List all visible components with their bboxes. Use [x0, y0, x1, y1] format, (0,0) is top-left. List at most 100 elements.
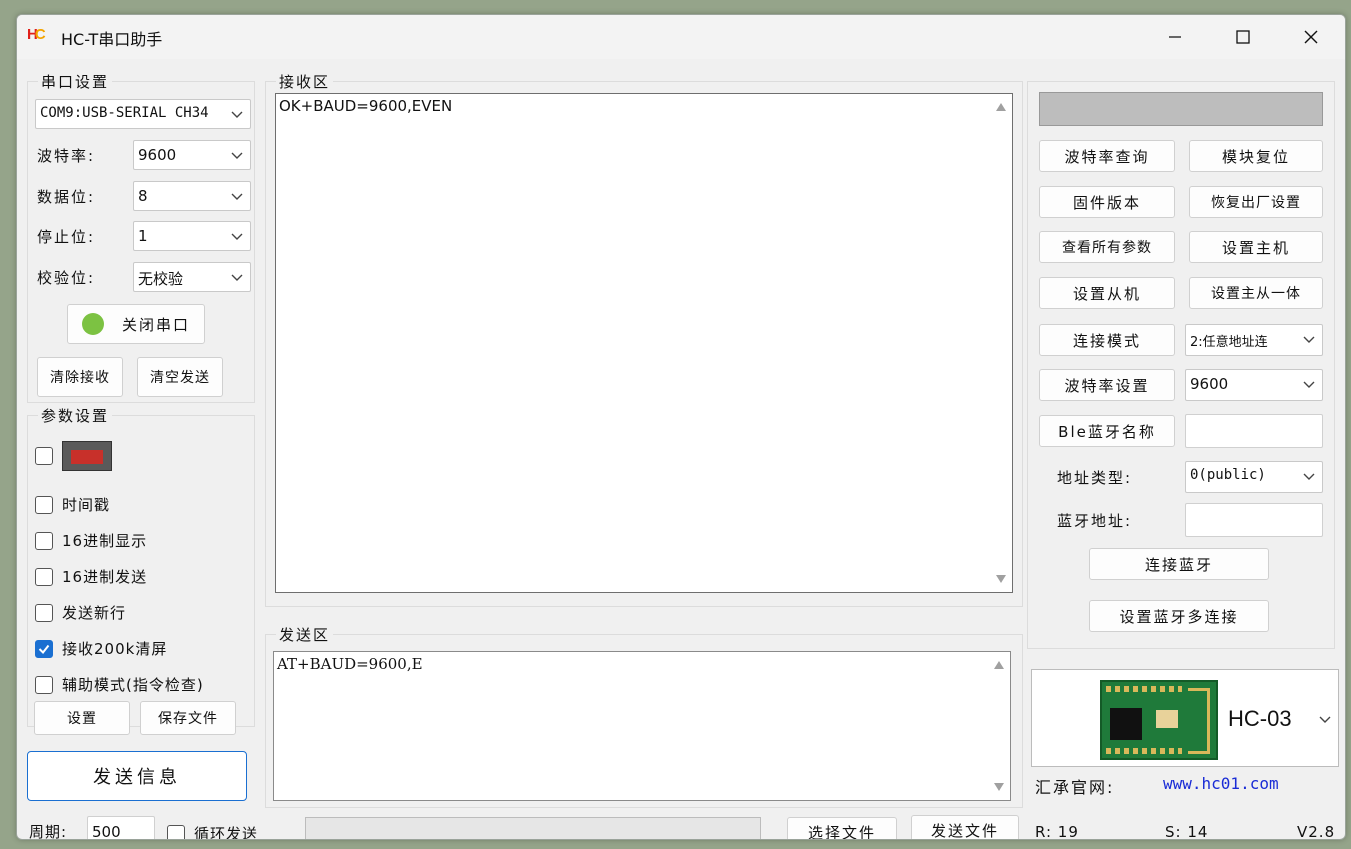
title-bar[interactable]: HC HC-T串口助手: [17, 15, 1345, 59]
checkmark-icon: [38, 644, 50, 654]
module-selector[interactable]: HC-03: [1031, 669, 1339, 767]
clear-send-button[interactable]: 清空发送: [137, 357, 223, 397]
assist-mode-checkbox[interactable]: [35, 675, 53, 694]
scroll-up-icon[interactable]: [995, 102, 1007, 112]
settings-button[interactable]: 设置: [34, 701, 130, 735]
serial-settings-legend: 串口设置: [38, 71, 113, 92]
close-icon: [1304, 30, 1318, 44]
firmware-version-button[interactable]: 固件版本: [1039, 186, 1175, 218]
send-scrollbar[interactable]: [988, 652, 1010, 800]
device-image-checkbox[interactable]: [35, 447, 53, 465]
module-reset-button[interactable]: 模块复位: [1189, 140, 1323, 172]
baud-query-button[interactable]: 波特率查询: [1039, 140, 1175, 172]
data-bits-select-value: 8: [138, 187, 148, 205]
param-settings-legend: 参数设置: [38, 405, 113, 426]
bt-address-input[interactable]: [1185, 503, 1323, 537]
select-file-button[interactable]: 选择文件: [787, 817, 897, 839]
chevron-down-icon: [1303, 473, 1315, 480]
connect-bt-button[interactable]: 连接蓝牙: [1089, 548, 1269, 580]
scroll-up-icon[interactable]: [993, 660, 1005, 670]
baud-set-select[interactable]: 9600: [1185, 369, 1323, 401]
hex-display-checkbox[interactable]: [35, 531, 53, 550]
receive-content: OK+BAUD=9600,EVEN: [279, 97, 453, 115]
receive-textarea[interactable]: OK+BAUD=9600,EVEN: [275, 93, 1013, 593]
baud-select[interactable]: 9600: [133, 140, 251, 170]
loop-send-checkbox-row[interactable]: 循环发送: [167, 823, 259, 840]
period-input[interactable]: 500: [87, 816, 155, 840]
parity-label: 校验位:: [37, 269, 96, 287]
clear-receive-button[interactable]: 清除接收: [37, 357, 123, 397]
connect-mode-select[interactable]: 2:任意地址连: [1185, 324, 1323, 356]
baud-set-value: 9600: [1190, 375, 1229, 393]
clear-200k-checkbox[interactable]: [35, 639, 53, 658]
toggle-port-button[interactable]: 关闭串口: [67, 304, 205, 344]
loop-send-checkbox[interactable]: [167, 824, 185, 839]
multi-connect-button[interactable]: 设置蓝牙多连接: [1089, 600, 1269, 632]
main-content: 串口设置 COM9:USB-SERIAL CH34 波特率: 9600 数据位:…: [17, 59, 1345, 840]
port-select[interactable]: COM9:USB-SERIAL CH34: [35, 99, 251, 129]
send-legend: 发送区: [276, 624, 334, 645]
connect-mode-button[interactable]: 连接模式: [1039, 324, 1175, 356]
chevron-down-icon: [231, 111, 243, 118]
maximize-icon: [1236, 30, 1250, 44]
send-newline-checkbox[interactable]: [35, 603, 53, 622]
parity-select[interactable]: 无校验: [133, 262, 251, 292]
app-logo: HC: [27, 26, 46, 43]
baud-label: 波特率:: [37, 147, 96, 165]
module-board-icon: [1100, 680, 1218, 760]
data-bits-select[interactable]: 8: [133, 181, 251, 211]
set-slave-button[interactable]: 设置从机: [1039, 277, 1175, 309]
send-newline-label: 发送新行: [62, 604, 127, 622]
chevron-down-icon: [1303, 336, 1315, 343]
send-textarea[interactable]: AT+BAUD=9600,E: [273, 651, 1011, 801]
minimize-button[interactable]: [1141, 15, 1209, 59]
scroll-down-icon[interactable]: [993, 782, 1005, 792]
timestamp-checkbox[interactable]: [35, 495, 53, 514]
send-newline-checkbox-row[interactable]: 发送新行: [35, 602, 126, 623]
stop-bits-select-value: 1: [138, 227, 148, 245]
device-image-icon: [62, 441, 112, 471]
website-label: 汇承官网:: [1035, 778, 1115, 797]
clear-200k-checkbox-row[interactable]: 接收200k清屏: [35, 638, 167, 659]
save-file-button[interactable]: 保存文件: [140, 701, 236, 735]
set-master-slave-button[interactable]: 设置主从一体: [1189, 277, 1323, 309]
factory-reset-button[interactable]: 恢复出厂设置: [1189, 186, 1323, 218]
receive-legend: 接收区: [276, 71, 334, 92]
loop-send-label: 循环发送: [194, 825, 259, 840]
stop-bits-select[interactable]: 1: [133, 221, 251, 251]
minimize-icon: [1169, 36, 1181, 38]
toggle-port-label: 关闭串口: [121, 315, 190, 334]
timestamp-label: 时间戳: [62, 496, 111, 514]
scroll-down-icon[interactable]: [995, 574, 1007, 584]
ble-name-input[interactable]: [1185, 414, 1323, 448]
period-value: 500: [92, 823, 121, 840]
hex-display-checkbox-row[interactable]: 16进制显示: [35, 530, 147, 551]
send-file-button[interactable]: 发送文件: [911, 815, 1019, 839]
chevron-down-icon: [231, 152, 243, 159]
baud-set-button[interactable]: 波特率设置: [1039, 369, 1175, 401]
connect-mode-value: 2:任意地址连: [1190, 335, 1268, 350]
address-type-select[interactable]: 0(public): [1185, 461, 1323, 493]
address-type-label: 地址类型:: [1057, 469, 1133, 487]
set-master-button[interactable]: 设置主机: [1189, 231, 1323, 263]
maximize-button[interactable]: [1209, 15, 1277, 59]
hex-send-checkbox-row[interactable]: 16进制发送: [35, 566, 147, 587]
assist-mode-checkbox-row[interactable]: 辅助模式(指令检查): [35, 674, 204, 695]
app-window: HC HC-T串口助手 串口设置 COM9:USB-SERIAL CH34 波特…: [16, 14, 1346, 840]
address-type-value: 0(public): [1190, 467, 1266, 483]
assist-mode-label: 辅助模式(指令检查): [62, 676, 204, 694]
receive-scrollbar[interactable]: [990, 94, 1012, 592]
device-image-checkbox-row[interactable]: [35, 441, 112, 471]
period-label: 周期:: [29, 823, 68, 840]
close-button[interactable]: [1277, 15, 1345, 59]
chevron-down-icon: [231, 233, 243, 240]
chevron-down-icon: [1303, 381, 1315, 388]
hex-send-checkbox[interactable]: [35, 567, 53, 586]
stop-bits-label: 停止位:: [37, 228, 96, 246]
ble-name-button[interactable]: Ble蓝牙名称: [1039, 415, 1175, 447]
view-all-params-button[interactable]: 查看所有参数: [1039, 231, 1175, 263]
timestamp-checkbox-row[interactable]: 时间戳: [35, 494, 110, 515]
website-link[interactable]: www.hc01.com: [1163, 774, 1279, 793]
send-info-button[interactable]: 发送信息: [27, 751, 247, 801]
window-title: HC-T串口助手: [61, 30, 163, 49]
